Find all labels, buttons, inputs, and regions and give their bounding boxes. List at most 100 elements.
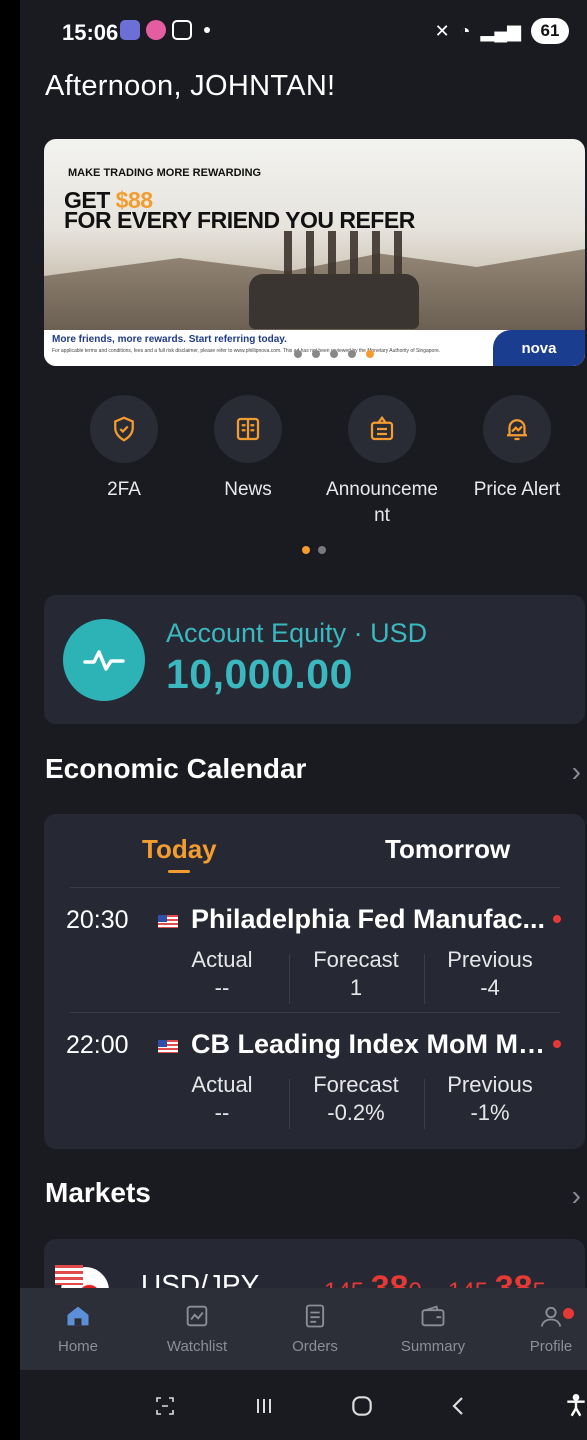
signal-icon: ▂▄▆ [480,20,521,41]
profile-badge-dot [563,1308,574,1319]
greeting-title: Afternoon, JOHNTAN! [45,70,336,102]
us-flag-icon [158,915,178,928]
promo-banner[interactable]: MAKE TRADING MORE REWARDING GET $88 FOR … [44,139,585,366]
column-separator [424,954,425,1004]
more-dot-icon [204,27,210,33]
nav-summary[interactable]: Summary [383,1300,483,1355]
actual-value: -- [214,1100,230,1125]
banner-headline: FOR EVERY FRIEND YOU REFER [64,207,415,233]
page-dot[interactable] [318,546,326,554]
nav-label: Summary [400,1338,466,1355]
clipboard-icon [348,395,416,463]
notification-icons [120,20,210,40]
system-navigation [20,1370,587,1440]
screenshot-scan-icon[interactable] [145,1386,185,1426]
tab-tomorrow[interactable]: Tomorrow [385,834,510,865]
column-separator [424,1079,425,1129]
wifi-icon: ◔ [459,20,471,41]
markets-chevron-icon[interactable]: › [572,1180,581,1212]
equity-title: Account Equity · USD [166,618,428,648]
quick-action-label: 2FA [107,479,141,500]
instagram-icon [172,20,192,40]
carousel-dot-active[interactable] [366,350,374,358]
calendar-tabs: Today Tomorrow [44,814,585,887]
quick-action-label: News [224,479,272,500]
quick-action-label: Price Alert [473,479,561,500]
us-flag-icon [158,1040,178,1053]
nav-orders[interactable]: Orders [265,1300,365,1355]
chat-app-icon [146,20,166,40]
nav-home[interactable]: Home [28,1300,128,1355]
importance-dot [553,915,561,923]
banner-fine-print: For applicable terms and conditions, fee… [52,348,441,354]
banner-car [249,274,419,329]
nav-watchlist[interactable]: Watchlist [147,1300,247,1355]
home-button-icon[interactable] [342,1386,382,1426]
carousel-dot[interactable] [330,350,338,358]
back-icon[interactable] [439,1386,479,1426]
carousel-dot[interactable] [294,350,302,358]
calendar-event[interactable]: 22:00 CB Leading Index MoM May Actual --… [44,1029,585,1151]
nav-label: Orders [292,1338,338,1355]
recent-apps-icon[interactable] [244,1386,284,1426]
carousel-dot[interactable] [312,350,320,358]
event-name: Philadelphia Fed Manufac... [191,904,546,934]
column-label: Forecast [313,947,399,972]
quick-action-announcement[interactable]: Announceme nt [317,395,447,529]
wallet-icon [383,1300,483,1332]
previous-value: -4 [480,975,500,1000]
quick-action-news[interactable]: News [183,395,313,503]
event-time: 20:30 [66,906,129,934]
event-actual: Actual -- [162,946,282,1002]
nav-label: Profile [529,1338,573,1355]
importance-dot [553,1040,561,1048]
bottom-navigation: Home Watchlist Orders Summary Profile [20,1288,587,1370]
page-dot-active[interactable] [302,546,310,554]
battery-indicator: 61 [531,18,569,44]
chart-icon [147,1300,247,1332]
bell-chart-icon [483,395,551,463]
nav-label: Home [57,1338,98,1355]
book-icon [214,395,282,463]
system-icons: ✕ ◔ ▂▄▆ 61 [435,18,569,44]
app-screen: 15:06 ✕ ◔ ▂▄▆ 61 Afternoon, JOHNTAN! MAK… [20,0,587,1440]
column-label: Previous [447,947,533,972]
banner-carousel-dots [294,350,374,358]
equity-amount: 10,000.00 [166,651,353,697]
calendar-event[interactable]: 20:30 Philadelphia Fed Manufac... Actual… [44,904,585,1026]
nav-profile[interactable]: Profile [501,1300,587,1355]
mute-icon: ✕ [434,20,450,41]
divider [70,1012,560,1013]
event-actual: Actual -- [162,1071,282,1127]
economic-calendar-chevron-icon[interactable]: › [572,756,581,788]
tab-today[interactable]: Today [142,834,217,865]
forecast-value: 1 [349,975,363,1000]
banner-kicker: MAKE TRADING MORE REWARDING [68,167,262,179]
markets-title: Markets [45,1177,151,1208]
column-label: Actual [191,947,253,972]
column-label: Previous [447,1072,533,1097]
banner-people [284,231,404,279]
active-tab-indicator [168,870,190,873]
column-label: Forecast [313,1072,399,1097]
account-equity-card[interactable]: Account Equity · USD 10,000.00 [44,595,585,724]
event-forecast: Forecast 1 [296,946,416,1002]
carousel-dot[interactable] [348,350,356,358]
status-bar: 15:06 ✕ ◔ ▂▄▆ 61 [20,0,587,62]
economic-calendar-card: Today Tomorrow 20:30 Philadelphia Fed Ma… [44,814,585,1149]
status-time: 15:06 [62,20,119,45]
column-label: Actual [191,1072,253,1097]
document-icon [265,1300,365,1332]
home-icon [28,1300,128,1332]
accessibility-icon[interactable] [556,1386,587,1426]
divider [70,887,560,888]
shield-check-icon [90,395,158,463]
previous-value: -1% [470,1100,510,1125]
quick-actions: 2FA News Announceme nt Price Alert [20,395,587,535]
quick-action-price-alert[interactable]: Price Alert [452,395,582,503]
economic-calendar-title: Economic Calendar [45,753,307,784]
nav-label: Watchlist [166,1338,228,1355]
teams-icon [120,20,140,40]
quick-action-2fa[interactable]: 2FA [59,395,189,503]
banner-tagline: More friends, more rewards. Start referr… [52,334,287,345]
